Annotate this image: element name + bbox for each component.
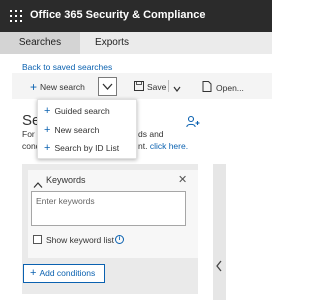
new-search-button[interactable]: + New search [30,79,85,94]
menu-item-new-search[interactable]: + New search [38,121,138,139]
open-button[interactable]: Open... [202,80,244,93]
plus-icon: + [44,142,51,154]
chevron-down-icon [173,86,181,92]
show-keyword-list-checkbox[interactable] [33,235,42,244]
show-keyword-list-label: Show keyword list [46,235,115,245]
tab-bar: Searches Exports [0,32,272,54]
toolbar-divider [168,80,169,92]
save-button[interactable]: Save [134,80,166,92]
intro-text-line-1-end: ds and [138,129,164,139]
add-conditions-label: Add conditions [39,268,96,278]
add-person-icon[interactable] [186,115,200,134]
app-title: Office 365 Security & Compliance [30,9,206,21]
collapse-panel-strip[interactable] [213,164,226,300]
menu-item-search-by-id-list[interactable]: + Search by ID List [38,139,138,157]
keywords-title: Keywords [46,175,86,185]
add-conditions-button[interactable]: + Add conditions [23,264,105,283]
new-search-dropdown-menu: + Guided search + New search + Search by ID… [37,99,137,159]
menu-item-label: Guided search [54,106,110,116]
save-dropdown-button[interactable] [172,81,182,99]
plus-icon: + [30,80,38,94]
plus-icon: + [30,267,37,279]
click-here-link[interactable]: click here. [150,141,188,151]
app-launcher-icon[interactable] [10,10,22,22]
open-label: Open... [216,83,244,93]
new-search-label: New search [40,82,85,92]
menu-item-label: Search by ID List [54,143,120,153]
plus-icon: + [44,124,51,136]
top-bar: Office 365 Security & Compliance [0,0,272,32]
keywords-input[interactable] [31,191,186,226]
chevron-left-icon[interactable] [215,259,223,277]
menu-item-guided-search[interactable]: + Guided search [38,102,138,120]
menu-item-label: New search [54,125,100,135]
plus-icon: + [44,105,51,117]
intro-text-fragment: nt. [138,141,150,151]
open-file-icon [202,81,212,92]
new-search-dropdown-button[interactable] [98,77,117,96]
save-label: Save [147,82,167,92]
intro-text-line-2-end: nt. click here. [138,141,188,151]
back-to-saved-searches-link[interactable]: Back to saved searches [22,62,112,72]
tab-exports[interactable]: Exports [80,32,144,54]
floppy-disk-icon [134,81,144,91]
info-icon[interactable]: i [115,235,124,244]
chevron-down-icon [102,83,113,90]
tab-searches[interactable]: Searches [0,32,80,54]
close-icon[interactable]: ✕ [178,173,187,186]
